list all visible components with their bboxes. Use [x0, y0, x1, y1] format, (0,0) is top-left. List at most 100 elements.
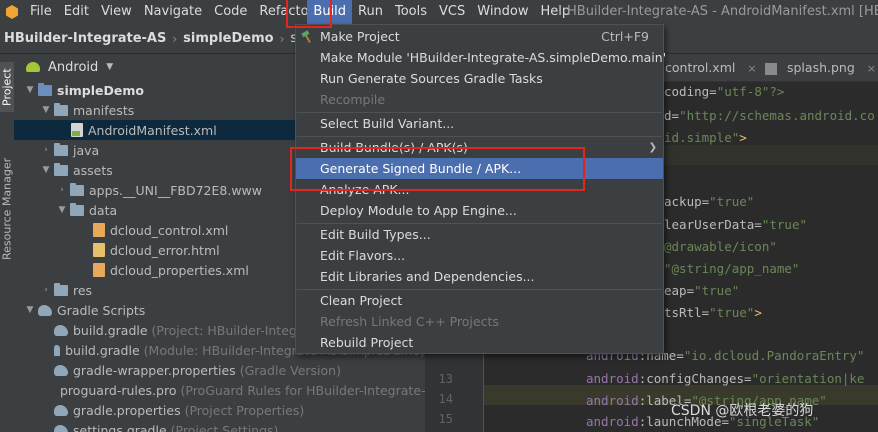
folder-icon — [70, 182, 84, 196]
menu-item-clean-project[interactable]: Clean Project — [296, 290, 663, 311]
tree-label: build.gradle — [73, 322, 148, 338]
tree-label: gradle.properties — [73, 402, 181, 418]
menu-item-run-generate-sources[interactable]: Run Generate Sources Gradle Tasks — [296, 68, 663, 89]
tree-label: simpleDemo — [57, 82, 144, 98]
code-string: "utf-8"?> — [716, 84, 785, 99]
code-attr: ackup= — [664, 194, 710, 209]
gradle-icon — [54, 344, 61, 356]
expand-arrow-icon[interactable]: ▼ — [56, 205, 68, 215]
android-icon — [26, 62, 40, 72]
expand-arrow-icon[interactable]: ▼ — [40, 105, 52, 115]
breadcrumb-module[interactable]: simpleDemo — [183, 31, 273, 46]
menu-item-edit-flavors[interactable]: Edit Flavors... — [296, 245, 663, 266]
html-file-icon — [93, 243, 105, 257]
menu-run[interactable]: Run — [352, 0, 389, 24]
code-attr: coding= — [664, 84, 717, 99]
menu-item-deploy-module[interactable]: Deploy Module to App Engine... — [296, 200, 663, 221]
expand-arrow-icon[interactable]: › — [40, 145, 52, 155]
resource-manager-tool-tab[interactable]: Resource Manager — [0, 134, 14, 284]
project-tool-tab[interactable]: Project — [0, 62, 14, 112]
gradle-icon — [54, 364, 68, 376]
code-attr: eap= — [664, 283, 695, 298]
code-line: ackup="true" — [664, 194, 754, 209]
menu-vcs[interactable]: VCS — [433, 0, 471, 24]
code-attr: learUserData= — [664, 217, 762, 232]
menu-item-label: Select Build Variant... — [320, 116, 455, 131]
gradle-icon — [54, 424, 68, 432]
tree-label: apps.__UNI__FBD72E8.www — [89, 182, 262, 198]
menu-item-select-build-variant[interactable]: Select Build Variant... — [296, 113, 663, 134]
tree-label: gradle-wrapper.properties — [73, 362, 236, 378]
window-title: HBuilder-Integrate-AS - AndroidManifest.… — [567, 4, 878, 19]
tab-label: control.xml — [665, 60, 736, 75]
module-folder-icon — [38, 82, 52, 96]
tree-item-gradle-properties[interactable]: gradle.properties (Project Properties) — [14, 400, 425, 420]
breadcrumb-project[interactable]: HBuilder-Integrate-AS — [4, 31, 166, 46]
gradle-icon — [54, 404, 68, 416]
menu-item-make-project[interactable]: Make Project Ctrl+F9 — [296, 26, 663, 47]
left-tool-strip: Project Resource Manager — [0, 54, 14, 432]
tree-hint: (ProGuard Rules for HBuilder-Integrate-A… — [180, 382, 442, 398]
tree-item-proguard-rules[interactable]: proguard-rules.pro (ProGuard Rules for H… — [14, 380, 442, 400]
code-string: "true" — [694, 283, 740, 298]
expand-arrow-icon[interactable]: ▼ — [24, 85, 36, 95]
tree-label: settings.gradle — [73, 422, 167, 432]
folder-icon — [54, 282, 68, 296]
menu-item-label: Edit Flavors... — [320, 248, 406, 263]
menu-edit[interactable]: Edit — [58, 0, 95, 24]
close-icon[interactable]: × — [867, 62, 876, 75]
code-line: id.simple"> — [664, 130, 747, 145]
close-icon[interactable]: × — [747, 62, 756, 75]
tree-hint: (Project Settings) — [170, 422, 279, 432]
tab-dcloud-control[interactable]: control.xml × — [665, 54, 757, 82]
code-line: @drawable/icon" — [664, 239, 777, 254]
menu-code[interactable]: Code — [208, 0, 253, 24]
tree-hint: (Project Properties) — [184, 402, 305, 418]
code-string: @drawable/icon" — [664, 239, 777, 254]
tree-label: manifests — [73, 102, 135, 118]
menu-item-label: Clean Project — [320, 293, 403, 308]
tab-splash-png[interactable]: splash.png × — [765, 54, 876, 82]
code-string: "io.dcloud.PandoraEntry" — [683, 348, 865, 363]
menu-view[interactable]: View — [95, 0, 138, 24]
tree-item-settings-gradle[interactable]: settings.gradle (Project Settings) — [14, 420, 425, 432]
line-number: 13 — [438, 372, 453, 386]
menu-item-rebuild-project[interactable]: Rebuild Project — [296, 332, 663, 353]
menu-item-make-module[interactable]: Make Module 'HBuilder-Integrate-AS.simpl… — [296, 47, 666, 68]
folder-icon — [70, 202, 84, 216]
tree-label: AndroidManifest.xml — [88, 122, 217, 138]
expand-arrow-icon[interactable]: ▼ — [40, 165, 52, 175]
expand-arrow-icon[interactable]: › — [56, 185, 68, 195]
code-string: "http://schemas.android.co — [679, 108, 875, 123]
menu-item-label: Make Project — [320, 29, 400, 44]
expand-arrow-icon[interactable]: ▼ — [24, 305, 36, 315]
chevron-down-icon: ▼ — [106, 62, 114, 72]
folder-icon — [54, 142, 68, 156]
code-attr: :configChanges= — [638, 371, 752, 386]
tree-label: dcloud_properties.xml — [110, 262, 249, 278]
tree-label: dcloud_error.html — [110, 242, 220, 258]
menu-file[interactable]: File — [24, 0, 58, 24]
menu-window[interactable]: Window — [471, 0, 534, 24]
tree-item-gradle-wrapper[interactable]: gradle-wrapper.properties (Gradle Versio… — [14, 360, 425, 380]
hammer-icon — [301, 30, 311, 43]
menu-item-edit-libraries[interactable]: Edit Libraries and Dependencies... — [296, 266, 663, 287]
menu-tools[interactable]: Tools — [389, 0, 433, 24]
menu-item-label: Rebuild Project — [320, 335, 414, 350]
code-line: learUserData="true" — [664, 217, 807, 232]
menu-item-edit-build-types[interactable]: Edit Build Types... — [296, 224, 663, 245]
line-number: 15 — [438, 412, 453, 426]
annotation-box-build-menu — [286, 0, 332, 28]
line-number: 14 — [438, 392, 453, 406]
project-view-label: Android — [48, 59, 99, 75]
expand-arrow-icon[interactable]: › — [40, 285, 52, 295]
tree-hint: (Gradle Version) — [239, 362, 341, 378]
menu-item-label: Recompile — [320, 92, 386, 107]
menu-navigate[interactable]: Navigate — [138, 0, 208, 24]
code-line: coding="utf-8"?> — [664, 84, 784, 99]
menu-item-shortcut: Ctrl+F9 — [601, 29, 649, 44]
code-tag: > — [754, 305, 762, 320]
tree-label: assets — [73, 162, 113, 178]
tree-label: proguard-rules.pro — [60, 382, 177, 398]
annotation-box-generate-signed — [290, 147, 585, 191]
